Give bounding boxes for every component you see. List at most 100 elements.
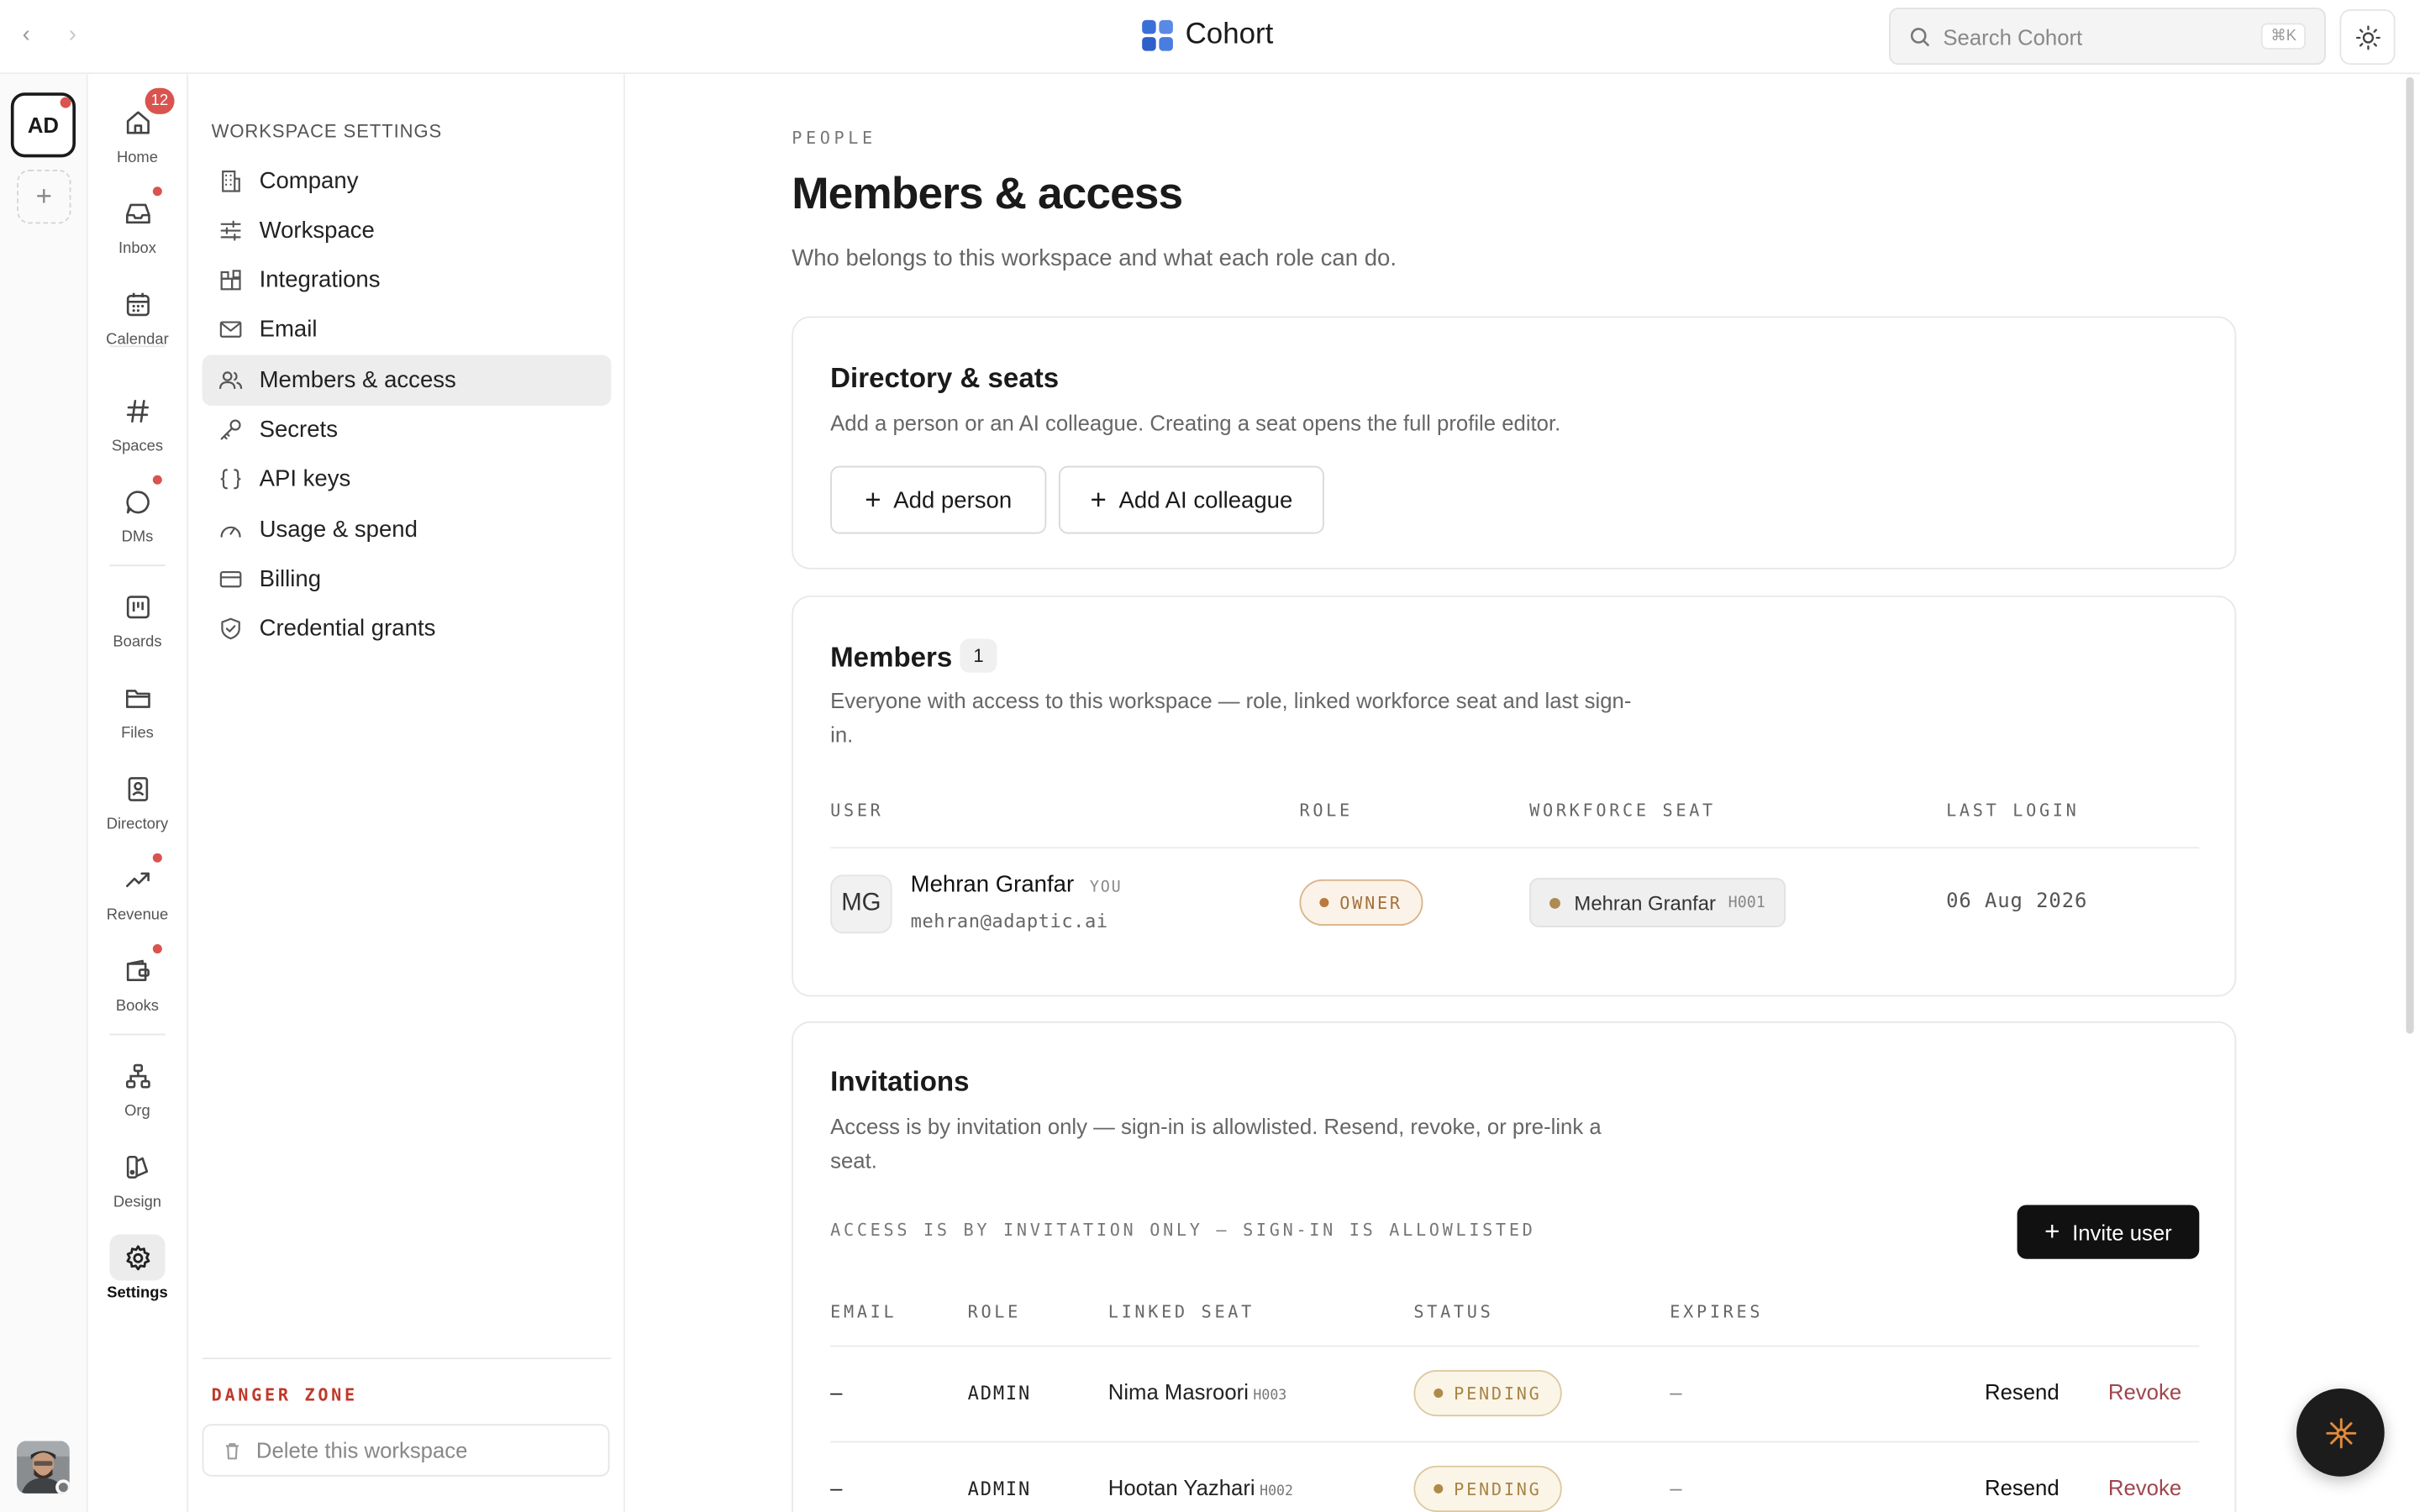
home-badge: 12 [145,87,175,114]
resend-button[interactable]: Resend [1985,1475,2060,1499]
allowlist-notice: ACCESS IS BY INVITATION ONLY — SIGN-IN I… [830,1220,1536,1241]
column-header-last-login: LAST LOGIN [1946,801,2080,822]
settings-heading: WORKSPACE SETTINGS [211,120,443,142]
nav-label: Design [113,1194,162,1211]
search-shortcut: ⌘K [2261,23,2307,50]
gear-icon [125,1244,150,1270]
delete-workspace-button[interactable]: Delete this workspace [202,1424,610,1477]
page-eyebrow: PEOPLE [792,128,876,149]
inbox-icon [125,202,150,223]
plus-icon: + [2044,1217,2060,1247]
invite-user-button[interactable]: + Invite user [2017,1205,2200,1259]
settings-item-api-keys[interactable]: API keys [203,454,612,505]
nav-dms[interactable]: DMs [88,475,187,547]
trash-icon [225,1442,239,1459]
nav-settings[interactable]: Settings [88,1234,187,1302]
add-person-button[interactable]: + Add person [830,465,1047,534]
divider [202,1357,612,1360]
plus-icon: + [35,180,52,212]
members-title: Members [830,642,953,673]
settings-item-credential-grants[interactable]: Credential grants [203,603,612,654]
nav-books[interactable]: Books [88,944,187,1016]
folder-icon [125,689,150,707]
add-person-label: Add person [893,486,1013,513]
members-card: Members 1 Everyone with access to this w… [792,595,2237,997]
column-header-email: EMAIL [830,1302,897,1323]
settings-item-label: Members & access [259,367,456,394]
column-header-role: ROLE [967,1302,1021,1323]
directory-title: Directory & seats [830,362,1060,394]
status-text: PENDING [1454,1478,1542,1499]
card-icon [219,571,242,588]
resend-button[interactable]: Resend [1985,1379,2060,1404]
invitations-description: Access is by invitation only — sign-in i… [830,1110,1602,1178]
nav-revenue[interactable]: Revenue [88,853,187,925]
nav-files[interactable]: Files [88,675,187,742]
nav-org[interactable]: Org [88,1053,187,1120]
trend-icon [125,871,149,887]
settings-item-label: Email [259,316,318,343]
board-icon [125,595,149,618]
add-ai-colleague-button[interactable]: + Add AI colleague [1058,465,1324,534]
braces-icon [220,469,241,490]
last-login: 06 Aug 2026 [1946,890,2088,914]
nav-directory[interactable]: Directory [88,765,187,833]
nav-home[interactable]: 12 Home [88,87,187,166]
danger-zone-heading: DANGER ZONE [211,1385,358,1406]
plus-icon: + [865,484,881,516]
nav-calendar[interactable]: Calendar [88,281,187,349]
desc-line: Everyone with access to this workspace —… [830,688,1632,713]
settings-item-company[interactable]: Company [203,156,612,207]
mail-icon [219,321,242,338]
theme-toggle-button[interactable] [2339,9,2396,66]
settings-item-integrations[interactable]: Integrations [203,255,612,306]
workspace-avatar[interactable]: AD [10,92,76,158]
invite-expires: – [1670,1474,1682,1500]
settings-item-secrets[interactable]: Secrets [203,404,612,455]
puzzle-icon [220,270,241,291]
chevron-right-icon[interactable]: › [61,22,83,48]
user-avatar[interactable] [17,1441,70,1494]
divider [830,847,2200,849]
nav-label: Revenue [106,906,169,925]
settings-item-members[interactable]: Members & access [202,354,612,407]
role-text: OWNER [1339,892,1402,913]
key-icon [220,419,241,440]
column-header-linked-seat: LINKED SEAT [1107,1302,1255,1323]
settings-item-email[interactable]: Email [203,304,612,355]
add-workspace-button[interactable]: + [17,170,71,224]
members-description: Everyone with access to this workspace —… [830,684,1631,752]
sparkle-icon [2325,1417,2356,1448]
member-name[interactable]: Mehran Granfar YOU [911,872,1123,898]
nav-design[interactable]: Design [88,1143,187,1211]
settings-item-label: Usage & spend [259,517,418,543]
revoke-button[interactable]: Revoke [2108,1379,2181,1404]
add-ai-label: Add AI colleague [1118,486,1293,513]
settings-item-label: Billing [259,566,322,593]
page-subtitle: Who belongs to this workspace and what e… [792,245,1397,272]
settings-item-usage[interactable]: Usage & spend [203,505,612,556]
nav-spaces[interactable]: Spaces [88,387,187,455]
seat-name: Mehran Granfar [1574,890,1716,915]
workforce-seat-chip[interactable]: Mehran Granfar H001 [1529,878,1786,927]
history-nav: ‹ › [15,22,83,48]
assistant-button[interactable] [2296,1389,2385,1477]
seat-code: H002 [1260,1483,1293,1500]
linked-seat: Nima Masroori H003 [1108,1379,1287,1404]
revoke-button[interactable]: Revoke [2108,1475,2181,1499]
column-header-status: STATUS [1413,1302,1494,1323]
brand[interactable]: Cohort [1142,18,1273,52]
desc-line: seat. [830,1147,877,1173]
nav-label: DMs [121,528,154,547]
settings-item-workspace[interactable]: Workspace [203,205,612,256]
status-badge: PENDING [1413,1465,1562,1512]
settings-sidebar: WORKSPACE SETTINGS Company Workspace Int… [188,74,625,1512]
settings-item-billing[interactable]: Billing [203,554,612,605]
chevron-left-icon[interactable]: ‹ [15,22,37,48]
nav-label: Inbox [118,240,156,258]
sun-icon [2355,24,2380,50]
search-input[interactable]: Search Cohort ⌘K [1889,8,2326,66]
nav-boards[interactable]: Boards [88,583,187,651]
nav-inbox[interactable]: Inbox [88,186,187,258]
scrollbar[interactable] [2406,76,2414,1034]
